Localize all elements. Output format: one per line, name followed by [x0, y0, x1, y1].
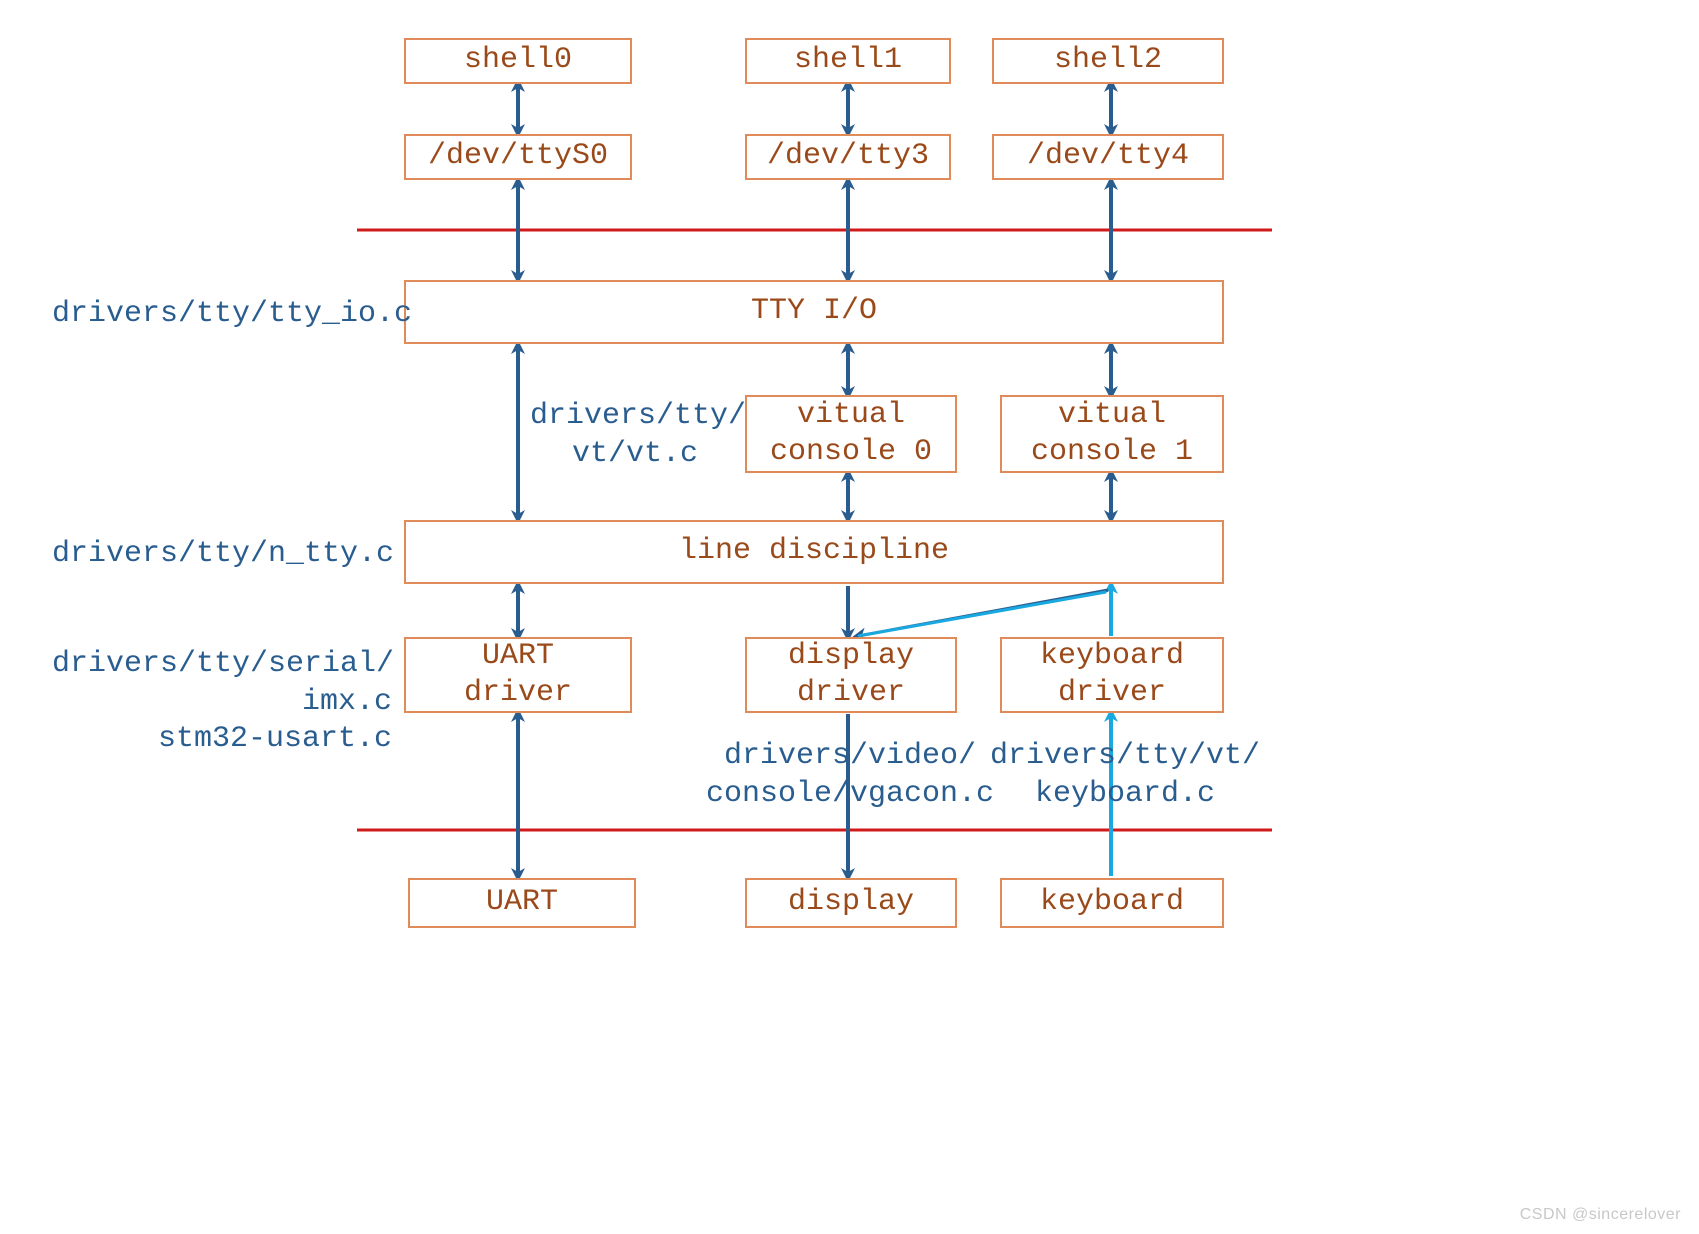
box-dev-ttys0: /dev/ttyS0	[404, 134, 632, 180]
watermark: CSDN @sincerelover	[1520, 1206, 1681, 1224]
box-uart-driver: UART driver	[404, 637, 632, 713]
text: /dev/tty3	[767, 138, 929, 176]
box-dev-tty4: /dev/tty4	[992, 134, 1224, 180]
label-serial-c: drivers/tty/serial/ imx.c stm32-usart.c	[52, 646, 392, 759]
text-line1: drivers/tty/serial/	[52, 647, 394, 681]
text-line2: console 0	[770, 434, 932, 472]
text: shell0	[464, 42, 572, 80]
box-display-driver: display driver	[745, 637, 957, 713]
text-line1: drivers/video/	[724, 739, 976, 773]
text-line2: console/vgacon.c	[706, 777, 994, 811]
text: display	[788, 884, 914, 922]
text: drivers/tty/tty_io.c	[52, 297, 412, 331]
box-keyboard: keyboard	[1000, 878, 1224, 928]
text-line2: driver	[464, 675, 572, 713]
box-virtual-console-1: vitual console 1	[1000, 395, 1224, 473]
box-tty-io: TTY I/O	[404, 280, 1224, 344]
box-dev-tty3: /dev/tty3	[745, 134, 951, 180]
text-line1: display	[788, 638, 914, 676]
box-display: display	[745, 878, 957, 928]
label-vgacon-c: drivers/video/ console/vgacon.c	[700, 738, 1000, 813]
text-line2: driver	[797, 675, 905, 713]
text-line3: stm32-usart.c	[158, 722, 392, 756]
box-shell0: shell0	[404, 38, 632, 84]
box-line-discipline: line discipline	[404, 520, 1224, 584]
box-shell1: shell1	[745, 38, 951, 84]
text: drivers/tty/n_tty.c	[52, 537, 394, 571]
text-line1: keyboard	[1040, 638, 1184, 676]
text-line1: drivers/tty/	[530, 399, 746, 433]
text: shell1	[794, 42, 902, 80]
text-line2: vt/vt.c	[572, 437, 698, 471]
box-virtual-console-0: vitual console 0	[745, 395, 957, 473]
text-line2: driver	[1058, 675, 1166, 713]
text-line1: vitual	[797, 397, 905, 435]
text-line2: console 1	[1031, 434, 1193, 472]
label-vt-c: drivers/tty/ vt/vt.c	[530, 398, 740, 473]
text-line1: drivers/tty/vt/	[990, 739, 1260, 773]
arrow-layer	[0, 0, 1699, 1234]
tty-architecture-diagram: shell0 shell1 shell2 /dev/ttyS0 /dev/tty…	[0, 0, 1699, 1234]
text: /dev/tty4	[1027, 138, 1189, 176]
text: shell2	[1054, 42, 1162, 80]
text-line1: UART	[482, 638, 554, 676]
text: TTY I/O	[751, 293, 877, 331]
box-shell2: shell2	[992, 38, 1224, 84]
text-line2: imx.c	[302, 685, 392, 719]
box-keyboard-driver: keyboard driver	[1000, 637, 1224, 713]
label-n-tty-c: drivers/tty/n_tty.c	[52, 536, 392, 574]
text: /dev/ttyS0	[428, 138, 608, 176]
text-line1: vitual	[1058, 397, 1166, 435]
label-tty-io-c: drivers/tty/tty_io.c	[52, 296, 392, 334]
text-line2: keyboard.c	[1035, 777, 1215, 811]
text: CSDN @sincerelover	[1520, 1206, 1681, 1223]
text: UART	[486, 884, 558, 922]
label-keyboard-c: drivers/tty/vt/ keyboard.c	[975, 738, 1275, 813]
text: keyboard	[1040, 884, 1184, 922]
text: line discipline	[679, 533, 949, 571]
box-uart: UART	[408, 878, 636, 928]
